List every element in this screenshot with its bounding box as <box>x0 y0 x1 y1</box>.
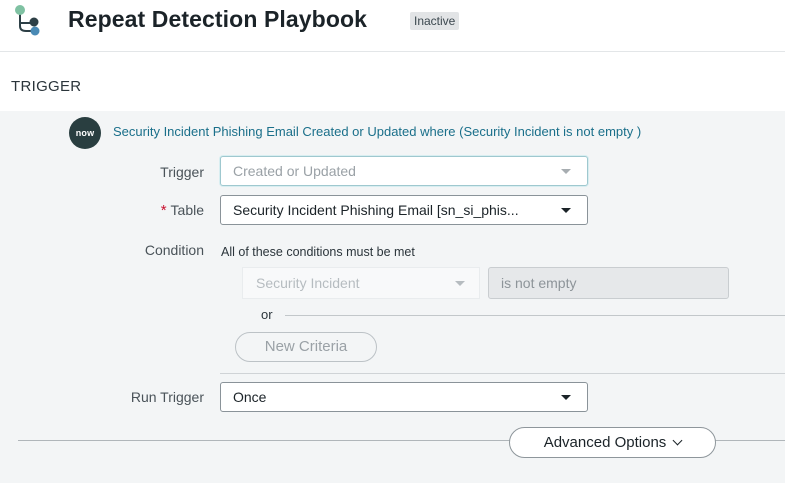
run-trigger-label: Run Trigger <box>130 389 204 405</box>
condition-description: All of these conditions must be met <box>221 245 415 259</box>
section-label-trigger: TRIGGER <box>11 78 82 95</box>
caret-down-icon <box>455 281 465 286</box>
run-trigger-select[interactable]: Once <box>220 382 588 412</box>
section-divider <box>220 373 785 374</box>
or-separator-line <box>285 315 785 316</box>
trigger-label: Trigger <box>160 164 204 180</box>
servicenow-logo-icon: now <box>69 117 101 149</box>
trigger-summary-link[interactable]: Security Incident Phishing Email Created… <box>113 124 641 139</box>
page-title: Repeat Detection Playbook <box>68 6 368 32</box>
advanced-options-button[interactable]: Advanced Options <box>509 427 716 458</box>
trigger-select[interactable]: Created or Updated <box>220 156 588 186</box>
condition-operator-value: is not empty <box>501 275 577 291</box>
page-header: Repeat Detection Playbook Inactive <box>0 0 785 52</box>
trigger-select-value: Created or Updated <box>233 163 356 179</box>
new-criteria-button[interactable]: New Criteria <box>235 332 377 362</box>
caret-down-icon <box>561 208 571 213</box>
table-label: * Table <box>0 202 204 219</box>
status-badge: Inactive <box>410 12 460 30</box>
chevron-down-icon <box>672 435 683 446</box>
condition-label: Condition <box>144 242 204 258</box>
condition-field-select[interactable]: Security Incident <box>242 267 480 299</box>
condition-field-value: Security Incident <box>256 275 360 291</box>
table-select-value: Security Incident Phishing Email [sn_si_… <box>233 202 519 218</box>
or-separator-label: or <box>261 307 273 322</box>
advanced-options-label: Advanced Options <box>543 434 667 451</box>
table-select[interactable]: Security Incident Phishing Email [sn_si_… <box>220 195 588 225</box>
condition-operator-field[interactable]: is not empty <box>488 267 729 299</box>
caret-down-icon <box>561 169 571 174</box>
run-trigger-select-value: Once <box>233 389 267 405</box>
caret-down-icon <box>561 395 571 400</box>
table-label-text: Table <box>170 202 204 218</box>
required-indicator: * <box>160 202 167 219</box>
flow-branch-icon <box>15 5 40 36</box>
